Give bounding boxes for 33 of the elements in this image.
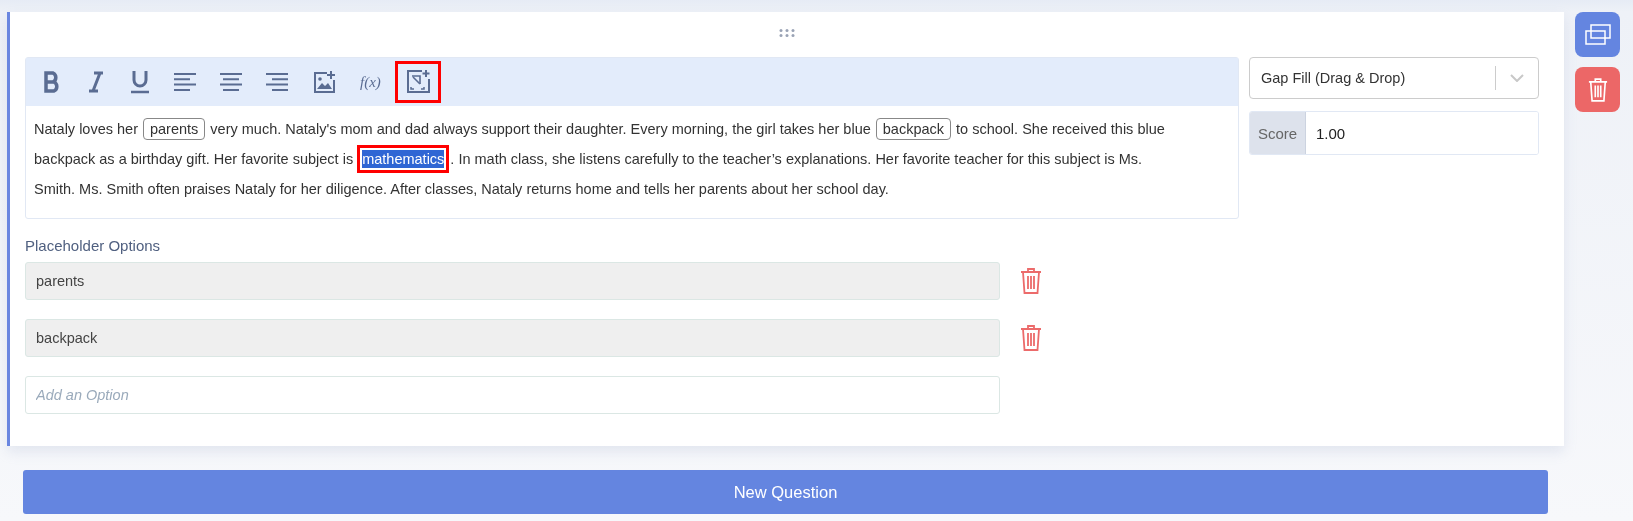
sentence-text: to school. She received this blue xyxy=(956,121,1165,137)
trash-icon xyxy=(1587,76,1608,103)
option-field[interactable]: backpack xyxy=(25,319,1000,357)
chevron-down-icon xyxy=(1510,74,1524,82)
add-option-field[interactable]: Add an Option xyxy=(25,376,1000,414)
italic-icon xyxy=(88,71,104,93)
add-image-icon xyxy=(312,70,336,94)
formula-tool-button[interactable]: f(x) xyxy=(350,61,391,103)
sentence-text: Smith. Ms. Smith often praises Nataly for her diligence. After classes, Nataly returns home and tells her parents about her school day. xyxy=(34,181,889,197)
gap-tool-button[interactable] xyxy=(394,61,441,103)
section-title: Placeholder Options xyxy=(25,237,162,254)
delete-icon[interactable] xyxy=(1020,324,1042,352)
sentence-text: . In math class, she listens carefully to the teacher’s explanations. Her favorite teacher for this subject is Ms. xyxy=(450,151,1143,167)
duplicate-button[interactable] xyxy=(1575,12,1620,57)
sentence-text: Nataly loves her xyxy=(34,121,138,137)
duplicate-icon xyxy=(1584,23,1611,46)
insert-gap-icon xyxy=(404,69,431,95)
option-field[interactable]: parents xyxy=(25,262,1000,300)
align-center-icon xyxy=(220,73,242,91)
new-question-button[interactable]: New Question xyxy=(23,470,1548,514)
delete-button[interactable] xyxy=(1575,67,1620,112)
underline-icon xyxy=(130,70,150,94)
gap-placeholder[interactable]: backpack xyxy=(875,118,952,140)
sentence-text: very much. Nataly's mom and dad always support their daughter. Every morning, the girl takes her blue xyxy=(210,121,871,137)
sentence-text: backpack as a birthday gift. Her favorite subject is xyxy=(34,151,354,167)
selected-text: mathematics xyxy=(357,145,450,173)
delete-icon[interactable] xyxy=(1020,267,1042,295)
gap-placeholder[interactable]: parents xyxy=(142,118,206,140)
bold-icon xyxy=(43,71,61,93)
question-type-select[interactable]: Gap Fill (Drag & Drop) xyxy=(1249,57,1539,99)
drag-handle-icon[interactable] xyxy=(778,29,796,37)
align-left-icon xyxy=(174,73,196,91)
align-right-icon xyxy=(266,73,288,91)
